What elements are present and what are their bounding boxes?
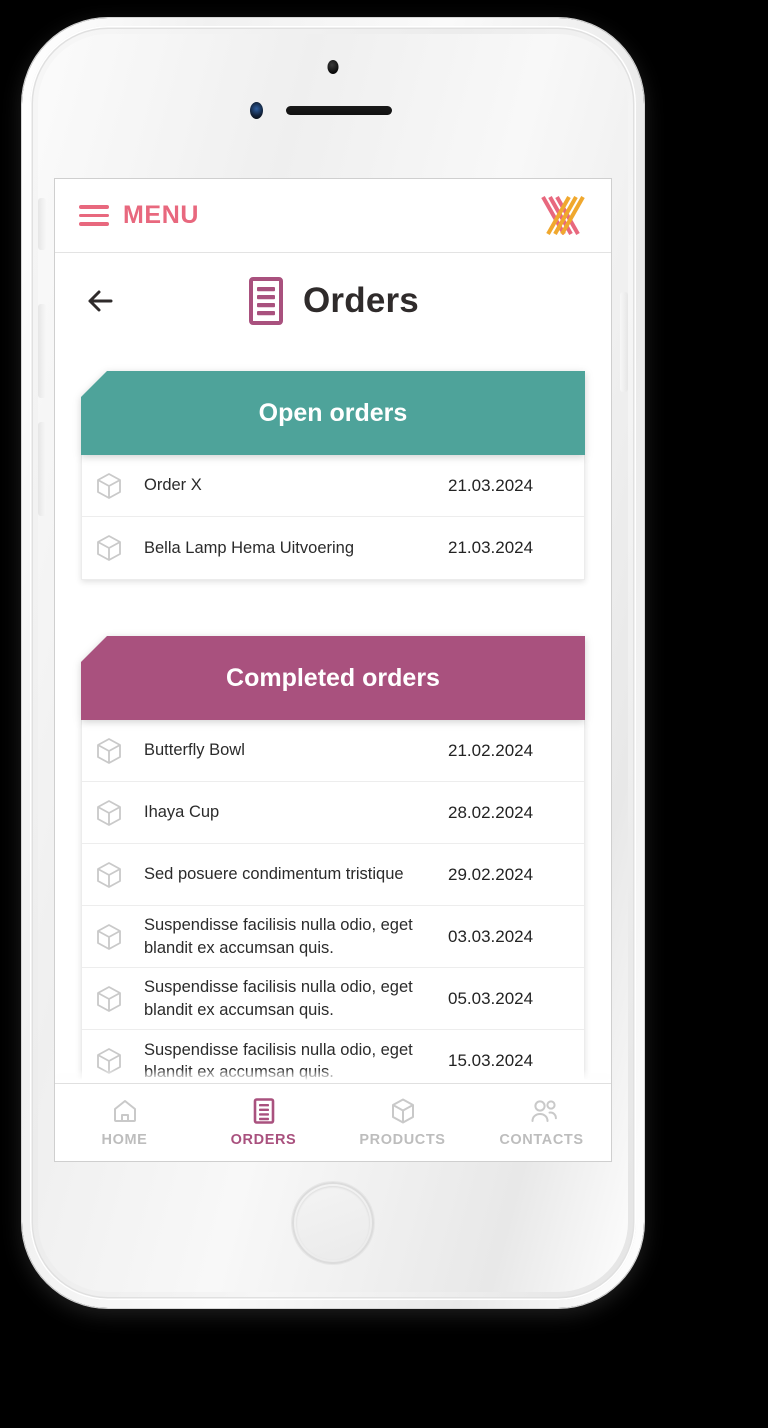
order-date: 29.02.2024 — [448, 864, 534, 884]
order-date: 28.02.2024 — [448, 802, 534, 822]
order-name: Butterfly Bowl — [144, 741, 245, 760]
package-icon — [96, 1047, 130, 1075]
package-icon — [96, 737, 130, 765]
page-title: Orders — [303, 281, 419, 320]
brand-logo-icon[interactable] — [539, 194, 587, 238]
order-date: 21.02.2024 — [448, 740, 534, 760]
users-icon — [529, 1097, 557, 1125]
home-icon — [112, 1097, 138, 1125]
package-icon — [96, 985, 130, 1013]
proximity-sensor-icon — [250, 102, 263, 119]
section-open-orders: Open orders Order X 21.03.2024 Bella Lam… — [81, 371, 585, 580]
package-icon — [96, 472, 130, 500]
order-date: 15.03.2024 — [448, 1051, 534, 1070]
table-row[interactable]: Ihaya Cup 28.02.2024 — [82, 782, 584, 844]
document-icon — [251, 1097, 277, 1125]
nav-label-home: HOME — [101, 1132, 148, 1148]
table-row[interactable]: Order X 21.03.2024 — [82, 455, 584, 517]
table-row[interactable]: Sed posuere condimentum tristique 29.02.… — [82, 844, 584, 906]
order-name: Order X — [144, 476, 202, 495]
home-button[interactable] — [292, 1182, 374, 1264]
page-header: Orders — [55, 253, 611, 349]
order-name: Suspendisse facilisis nulla odio, eget b… — [144, 916, 413, 957]
screenshot-stage: MENU Orders Open orders Order X 21.03.20… — [0, 0, 768, 1428]
order-date: 21.03.2024 — [448, 538, 534, 557]
table-row[interactable]: Suspendisse facilisis nulla odio, eget b… — [82, 906, 584, 968]
order-date: 03.03.2024 — [448, 926, 534, 946]
document-icon — [247, 277, 287, 325]
volume-down-button[interactable] — [38, 422, 46, 516]
section-header-open-orders: Open orders — [81, 371, 585, 455]
order-name: Suspendisse facilisis nulla odio, eget b… — [144, 978, 413, 1019]
package-icon — [96, 534, 130, 562]
app-topbar: MENU — [55, 179, 611, 253]
package-icon — [96, 923, 130, 951]
nav-item-orders[interactable]: ORDERS — [194, 1097, 333, 1148]
table-row[interactable]: Bella Lamp Hema Uitvoering 21.03.2024 — [82, 517, 584, 579]
bottom-navigation: HOME ORDERS PRODUCTS CONTACTS — [55, 1083, 611, 1161]
table-row[interactable]: Suspendisse facilisis nulla odio, eget b… — [82, 1030, 584, 1083]
order-name: Sed posuere condimentum tristique — [144, 865, 404, 884]
nav-item-home[interactable]: HOME — [55, 1097, 194, 1148]
section-completed-orders: Completed orders Butterfly Bowl 21.02.20… — [81, 636, 585, 1083]
package-icon — [96, 799, 130, 827]
mute-switch-button[interactable] — [38, 198, 46, 250]
back-arrow-icon[interactable] — [81, 281, 121, 321]
front-camera-icon — [327, 60, 339, 74]
hamburger-icon — [79, 205, 109, 226]
package-icon — [96, 861, 130, 889]
open-orders-list: Order X 21.03.2024 Bella Lamp Hema Uitvo… — [81, 455, 585, 580]
order-name: Bella Lamp Hema Uitvoering — [144, 538, 355, 557]
volume-up-button[interactable] — [38, 304, 46, 398]
nav-label-contacts: CONTACTS — [499, 1132, 584, 1148]
power-button[interactable] — [620, 292, 628, 392]
order-date: 05.03.2024 — [448, 988, 534, 1008]
section-header-completed-orders: Completed orders — [81, 636, 585, 720]
phone-frame: MENU Orders Open orders Order X 21.03.20… — [22, 18, 644, 1308]
nav-item-contacts[interactable]: CONTACTS — [472, 1097, 611, 1148]
page-title-group: Orders — [55, 277, 611, 325]
menu-button[interactable]: MENU — [79, 201, 199, 230]
completed-orders-list: Butterfly Bowl 21.02.2024 Ihaya Cup 28.0… — [81, 720, 585, 1083]
menu-label: MENU — [123, 201, 200, 229]
orders-content[interactable]: Open orders Order X 21.03.2024 Bella Lam… — [55, 349, 611, 1083]
nav-item-products[interactable]: PRODUCTS — [333, 1097, 472, 1148]
table-row[interactable]: Suspendisse facilisis nulla odio, eget b… — [82, 968, 584, 1030]
package-icon — [390, 1097, 416, 1125]
order-name: Ihaya Cup — [144, 803, 220, 822]
app-screen: MENU Orders Open orders Order X 21.03.20… — [54, 178, 612, 1162]
order-date: 21.03.2024 — [448, 475, 534, 495]
nav-label-orders: ORDERS — [230, 1132, 297, 1148]
nav-label-products: PRODUCTS — [359, 1132, 446, 1148]
earpiece-speaker — [286, 106, 392, 115]
order-name: Suspendisse facilisis nulla odio, eget b… — [144, 1040, 413, 1081]
table-row[interactable]: Butterfly Bowl 21.02.2024 — [82, 720, 584, 782]
